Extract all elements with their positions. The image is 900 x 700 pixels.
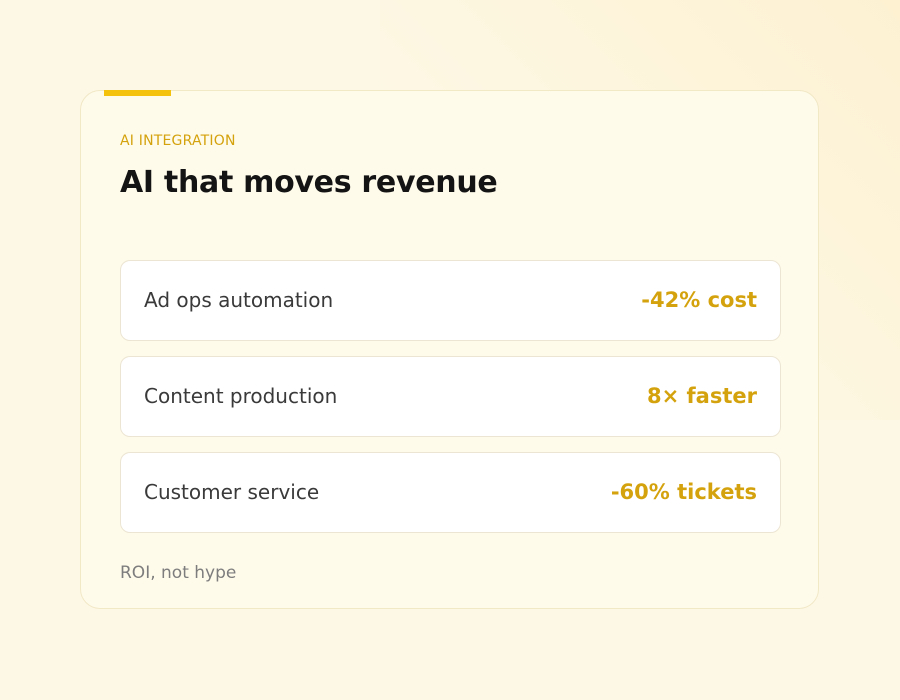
ai-integration-card: AI INTEGRATION AI that moves revenue Ad … <box>80 90 819 609</box>
metric-label: Content production <box>144 384 338 408</box>
card-eyebrow: AI INTEGRATION <box>120 133 236 149</box>
metric-label: Customer service <box>144 480 320 504</box>
metric-value: -60% tickets <box>610 480 757 504</box>
metric-label: Ad ops automation <box>144 288 334 312</box>
metric-row-customer-service: Customer service -60% tickets <box>120 452 781 533</box>
metric-row-ad-ops: Ad ops automation -42% cost <box>120 260 781 341</box>
card-footnote: ROI, not hype <box>120 563 237 583</box>
metric-value: -42% cost <box>641 288 757 312</box>
accent-bar <box>104 90 171 96</box>
metric-value: 8× faster <box>647 384 757 408</box>
metric-row-content-production: Content production 8× faster <box>120 356 781 437</box>
metrics-list: Ad ops automation -42% cost Content prod… <box>120 260 781 548</box>
card-title: AI that moves revenue <box>120 165 498 200</box>
